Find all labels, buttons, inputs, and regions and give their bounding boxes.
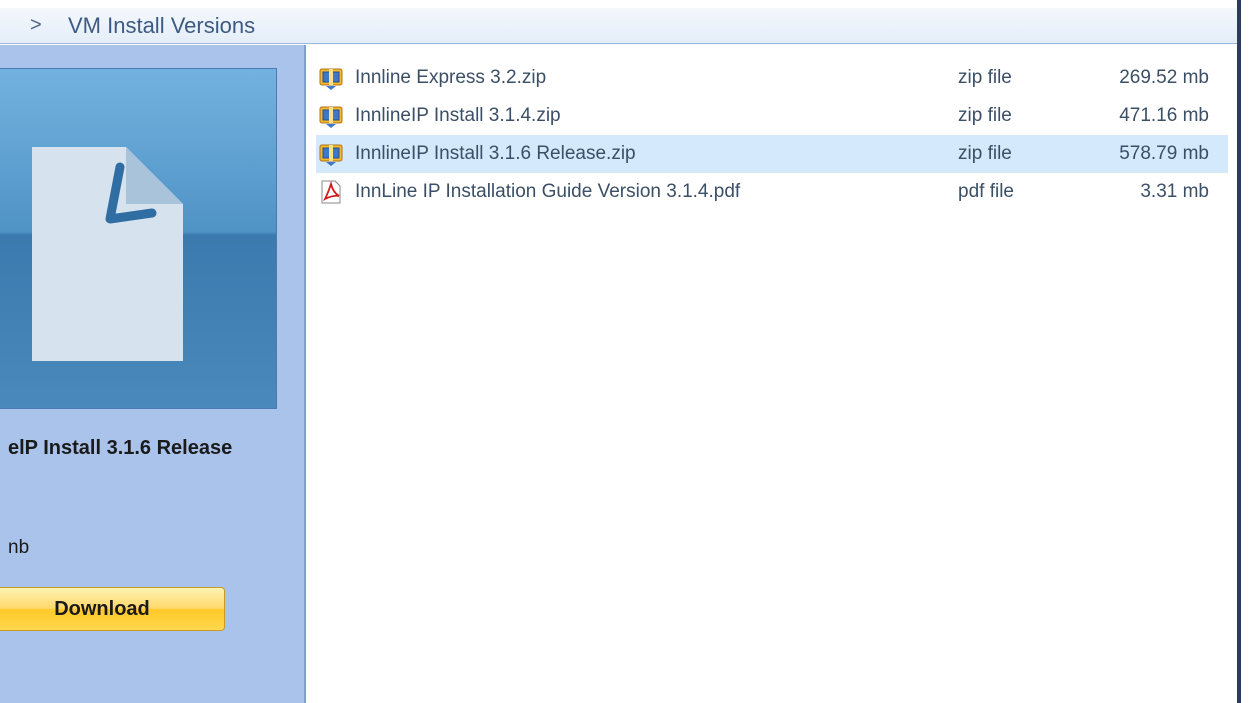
file-preview bbox=[0, 68, 277, 409]
file-type: zip file bbox=[958, 67, 1012, 88]
file-name[interactable]: InnlineIP Install 3.1.4.zip bbox=[355, 105, 561, 127]
file-name[interactable]: Innline Express 3.2.zip bbox=[355, 67, 546, 89]
file-browser-window: > VM Install Versions elP Install 3.1.6 … bbox=[0, 0, 1251, 703]
preview-panel: elP Install 3.1.6 Release nb Download bbox=[0, 45, 306, 703]
document-icon bbox=[32, 147, 183, 361]
zip-archive-icon bbox=[318, 103, 344, 129]
file-row[interactable]: InnLine IP Installation Guide Version 3.… bbox=[316, 173, 1228, 211]
file-size: 269.52 mb bbox=[1119, 67, 1209, 88]
breadcrumb-chevron[interactable]: > bbox=[30, 14, 52, 37]
file-size: 578.79 mb bbox=[1119, 143, 1209, 164]
pdf-icon bbox=[318, 179, 344, 205]
title-bar: > VM Install Versions bbox=[0, 8, 1240, 44]
file-type: zip file bbox=[958, 143, 1012, 164]
window-title: VM Install Versions bbox=[68, 12, 256, 38]
zip-archive-icon bbox=[318, 141, 344, 167]
preview-file-size: nb bbox=[8, 537, 30, 558]
file-size: 3.31 mb bbox=[1140, 181, 1209, 202]
file-name[interactable]: InnLine IP Installation Guide Version 3.… bbox=[355, 181, 740, 203]
download-button[interactable]: Download bbox=[0, 587, 225, 631]
file-name[interactable]: InnlineIP Install 3.1.6 Release.zip bbox=[355, 143, 636, 165]
file-row[interactable]: Innline Express 3.2.zip zip file 269.52 mb bbox=[316, 59, 1228, 97]
preview-file-name: elP Install 3.1.6 Release bbox=[8, 437, 233, 459]
file-list: Innline Express 3.2.zip zip file 269.52 mb… bbox=[316, 59, 1228, 211]
file-type: zip file bbox=[958, 105, 1012, 126]
file-row[interactable]: InnlineIP Install 3.1.4.zip zip file 471.1… bbox=[316, 97, 1228, 135]
file-type: pdf file bbox=[958, 181, 1014, 202]
window-border bbox=[1237, 0, 1241, 703]
file-row[interactable]: InnlineIP Install 3.1.6 Release.zip zip f… bbox=[316, 135, 1228, 173]
file-size: 471.16 mb bbox=[1119, 105, 1209, 126]
zip-archive-icon bbox=[318, 65, 344, 91]
